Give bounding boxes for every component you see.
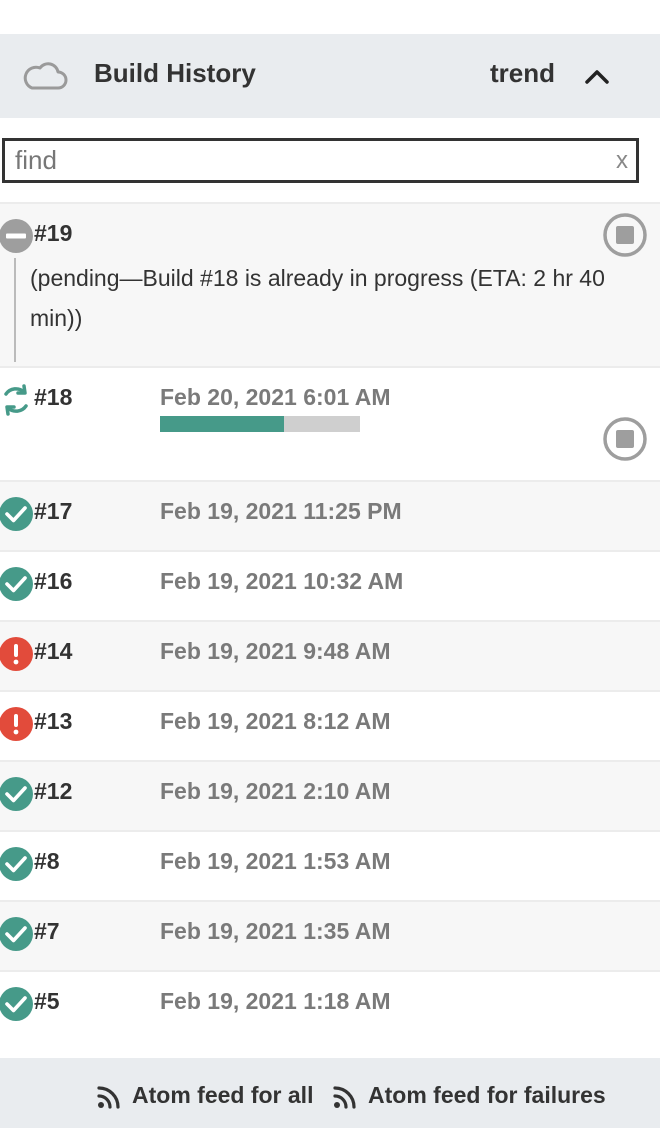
build-date-link[interactable]: Feb 19, 2021 1:18 AM bbox=[160, 986, 391, 1016]
build-date-link[interactable]: Feb 19, 2021 10:32 AM bbox=[160, 566, 403, 596]
build-row: #14 Feb 19, 2021 9:48 AM bbox=[0, 620, 660, 690]
build-number-link[interactable]: #16 bbox=[34, 566, 72, 596]
in-progress-icon bbox=[4, 384, 28, 416]
chevron-up-icon[interactable] bbox=[582, 62, 612, 92]
build-row: #16 Feb 19, 2021 10:32 AM bbox=[0, 550, 660, 620]
build-row: #7 Feb 19, 2021 1:35 AM bbox=[0, 900, 660, 970]
success-status-icon bbox=[0, 567, 33, 601]
search-field: x bbox=[2, 138, 639, 183]
failure-status-icon bbox=[0, 637, 33, 671]
build-progress-bar[interactable] bbox=[160, 416, 360, 432]
rss-icon bbox=[97, 1086, 120, 1109]
trend-link[interactable]: trend bbox=[490, 56, 555, 90]
build-number-link[interactable]: #17 bbox=[34, 496, 72, 526]
build-number-link[interactable]: #7 bbox=[34, 916, 60, 946]
build-row: #13 Feb 19, 2021 8:12 AM bbox=[0, 690, 660, 760]
build-date-link[interactable]: Feb 19, 2021 1:35 AM bbox=[160, 916, 391, 946]
build-number-link[interactable]: #12 bbox=[34, 776, 72, 806]
build-row: #19 (pending—Build #18 is already in pro… bbox=[0, 202, 660, 368]
failure-status-icon bbox=[0, 707, 33, 741]
success-status-icon bbox=[0, 847, 33, 881]
success-status-icon bbox=[0, 987, 33, 1021]
build-number-link[interactable]: #5 bbox=[34, 986, 60, 1016]
build-row: #8 Feb 19, 2021 1:53 AM bbox=[0, 830, 660, 900]
stop-build-icon[interactable] bbox=[602, 416, 648, 462]
success-status-icon bbox=[0, 917, 33, 951]
build-row: #17 Feb 19, 2021 11:25 PM bbox=[0, 480, 660, 550]
pending-note: (pending—Build #18 is already in progres… bbox=[14, 258, 624, 362]
feed-footer: Atom feed for all Atom feed for failures bbox=[0, 1058, 660, 1128]
aborted-status-icon bbox=[0, 219, 33, 253]
build-date-link[interactable]: Feb 19, 2021 8:12 AM bbox=[160, 706, 391, 736]
build-number-link[interactable]: #8 bbox=[34, 846, 60, 876]
build-date-link[interactable]: Feb 19, 2021 1:53 AM bbox=[160, 846, 391, 876]
build-row: #12 Feb 19, 2021 2:10 AM bbox=[0, 760, 660, 830]
atom-feed-failures-link[interactable]: Atom feed for failures bbox=[368, 1080, 606, 1110]
build-row: #5 Feb 19, 2021 1:18 AM bbox=[0, 970, 660, 1040]
build-date-link[interactable]: Feb 19, 2021 2:10 AM bbox=[160, 776, 391, 806]
success-status-icon bbox=[0, 497, 33, 531]
build-number-link[interactable]: #18 bbox=[34, 382, 72, 412]
build-number-link[interactable]: #14 bbox=[34, 636, 72, 666]
atom-feed-all-link[interactable]: Atom feed for all bbox=[132, 1080, 313, 1110]
build-row: #18 Feb 20, 2021 6:01 AM bbox=[0, 366, 660, 482]
panel-title: Build History bbox=[94, 58, 256, 88]
search-input[interactable] bbox=[15, 141, 595, 180]
build-number-link[interactable]: #13 bbox=[34, 706, 72, 736]
build-date-link[interactable]: Feb 19, 2021 11:25 PM bbox=[160, 496, 402, 526]
build-date-link[interactable]: Feb 20, 2021 6:01 AM bbox=[160, 382, 391, 412]
build-history-header: Build History trend bbox=[0, 34, 660, 118]
rss-icon bbox=[333, 1086, 356, 1109]
build-date-link[interactable]: Feb 19, 2021 9:48 AM bbox=[160, 636, 391, 666]
build-progress-fill bbox=[160, 416, 284, 432]
cloud-icon bbox=[23, 62, 68, 90]
success-status-icon bbox=[0, 777, 33, 811]
cancel-build-icon[interactable] bbox=[602, 212, 648, 258]
clear-search-button[interactable]: x bbox=[616, 145, 628, 177]
build-number-link[interactable]: #19 bbox=[34, 218, 72, 248]
